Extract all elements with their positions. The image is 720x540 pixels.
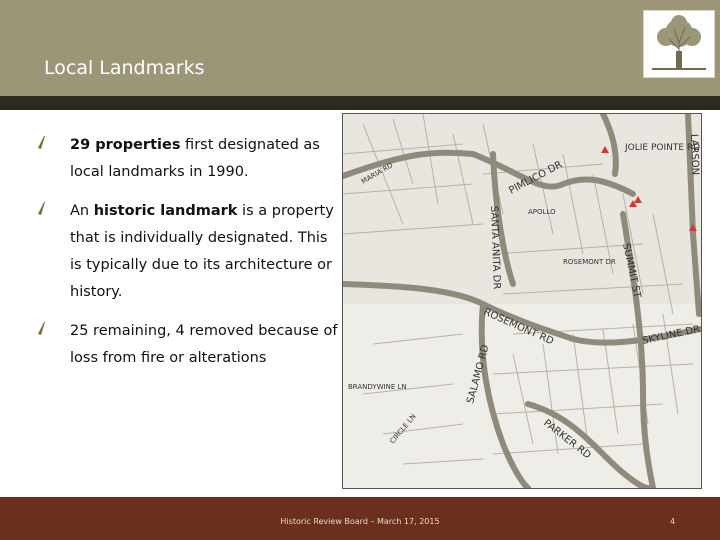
bullet-item-1: 29 properties first designated as local … (38, 132, 338, 186)
street-map-image: JOLIE POINTE RD PIMLICO DR SANTA ANITA D… (342, 113, 702, 489)
bullet-2-prefix: An (70, 203, 94, 219)
slide-title: Local Landmarks (44, 57, 205, 79)
bullet-list: 29 properties first designated as local … (38, 132, 338, 384)
bullet-2-bold-text: historic landmark (93, 203, 238, 219)
map-label-larson: LARSON (688, 134, 700, 176)
bullet-item-3: 25 remaining, 4 removed because of loss … (38, 318, 338, 372)
footer-text: Historic Review Board – March 17, 2015 (280, 517, 440, 526)
bullet-marker-icon (38, 202, 45, 215)
slide-header-band (0, 0, 720, 96)
bullet-1-bold-text: 29 properties (70, 137, 181, 153)
bullet-item-2: An historic landmark is a property that … (38, 198, 338, 306)
map-label-brandywine: BRANDYWINE LN (348, 383, 407, 391)
map-label-rosemont-dr: ROSEMONT DR (563, 258, 616, 266)
bullet-marker-icon (38, 136, 45, 149)
bullet-marker-icon (38, 322, 45, 335)
tree-logo-icon (643, 10, 715, 78)
bullet-3-text: 25 remaining, 4 removed because of loss … (70, 323, 338, 366)
header-divider (0, 96, 720, 110)
map-label-apollo: APOLLO (528, 208, 556, 216)
page-number: 4 (670, 517, 676, 526)
